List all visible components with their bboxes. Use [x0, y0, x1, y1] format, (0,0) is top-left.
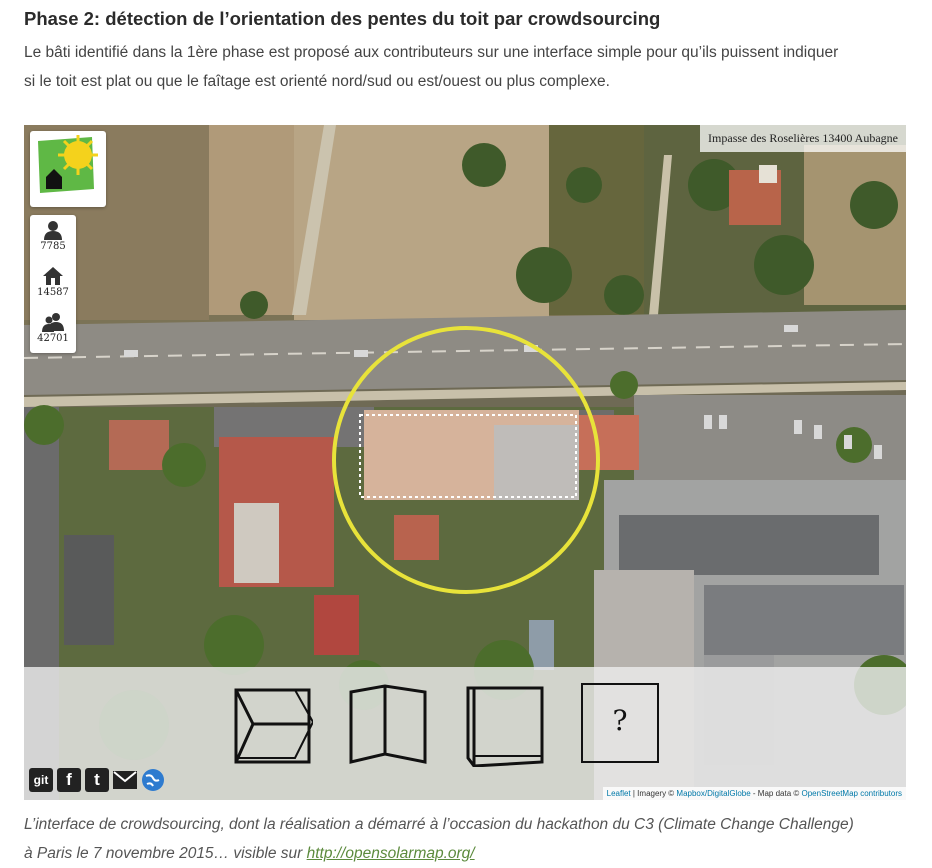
- house-icon: [43, 267, 63, 285]
- osm-link[interactable]: OpenStreetMap contributors: [802, 789, 903, 798]
- leaflet-link[interactable]: Leaflet: [607, 789, 631, 798]
- facebook-button[interactable]: f: [57, 768, 81, 792]
- stat-contributions-value: 42701: [37, 333, 69, 344]
- email-button[interactable]: [113, 768, 137, 792]
- address-label: Impasse des Roselières 13400 Aubagne: [700, 125, 906, 152]
- box-flat-icon: [466, 686, 544, 768]
- stat-buildings: 14587: [30, 261, 76, 307]
- section-heading: Phase 2: détection de l’orientation des …: [24, 8, 661, 29]
- tumblr-button[interactable]: t: [85, 768, 109, 792]
- data-prefix: - Map data ©: [750, 789, 802, 798]
- solar-house-logo-icon: [38, 135, 98, 193]
- box-north-south-icon: [349, 684, 427, 764]
- box-east-west-icon: [234, 688, 315, 764]
- roof-orientation-toolbar: ? git f t: [24, 667, 906, 800]
- mail-icon: [113, 771, 137, 789]
- opensolarmap-logo[interactable]: [30, 131, 106, 207]
- mapbox-link[interactable]: Mapbox/DigitalGlobe: [676, 789, 750, 798]
- git-button[interactable]: git: [29, 768, 53, 792]
- intro-line-2: si le toit est plat ou que le faîtage es…: [24, 73, 610, 90]
- user-icon: [44, 221, 62, 240]
- social-bar: git f t: [29, 766, 165, 794]
- share-button[interactable]: [141, 768, 165, 792]
- map-attribution: Leaflet | Imagery © Mapbox/DigitalGlobe …: [602, 787, 906, 800]
- stat-contributions: 42701: [30, 307, 76, 353]
- opensolarmap-link[interactable]: http://opensolarmap.org/: [307, 845, 475, 862]
- roof-choice-north-south[interactable]: [347, 682, 429, 767]
- facebook-icon: f: [66, 770, 72, 789]
- imagery-prefix: | Imagery ©: [630, 789, 677, 798]
- unknown-label: ?: [612, 704, 628, 737]
- caption-line-2-text: à Paris le 7 novembre 2015… visible sur: [24, 845, 307, 862]
- globe-icon: [142, 769, 164, 791]
- stat-buildings-value: 14587: [37, 287, 69, 298]
- git-label: git: [33, 773, 49, 787]
- roof-choice-east-west[interactable]: [231, 682, 315, 767]
- tumblr-icon: t: [94, 770, 100, 789]
- figure-caption: L’interface de crowdsourcing, dont la ré…: [24, 810, 912, 868]
- caption-line-2: à Paris le 7 novembre 2015… visible sur …: [24, 839, 912, 868]
- contribution-stats: 7785 14587 42701: [30, 215, 76, 353]
- intro-line-1: Le bâti identifié dans la 1ère phase est…: [24, 44, 839, 61]
- roof-choice-flat[interactable]: [464, 682, 546, 768]
- stat-users-value: 7785: [40, 241, 66, 252]
- roof-choice-unknown[interactable]: ?: [580, 682, 662, 767]
- intro-paragraph: Le bâti identifié dans la 1ère phase est…: [24, 38, 904, 96]
- users-icon: [42, 313, 64, 332]
- stat-users: 7785: [30, 215, 76, 261]
- map-viewer[interactable]: Impasse des Roselières 13400 Aubagne 778…: [24, 125, 906, 800]
- caption-line-1: L’interface de crowdsourcing, dont la ré…: [24, 816, 854, 833]
